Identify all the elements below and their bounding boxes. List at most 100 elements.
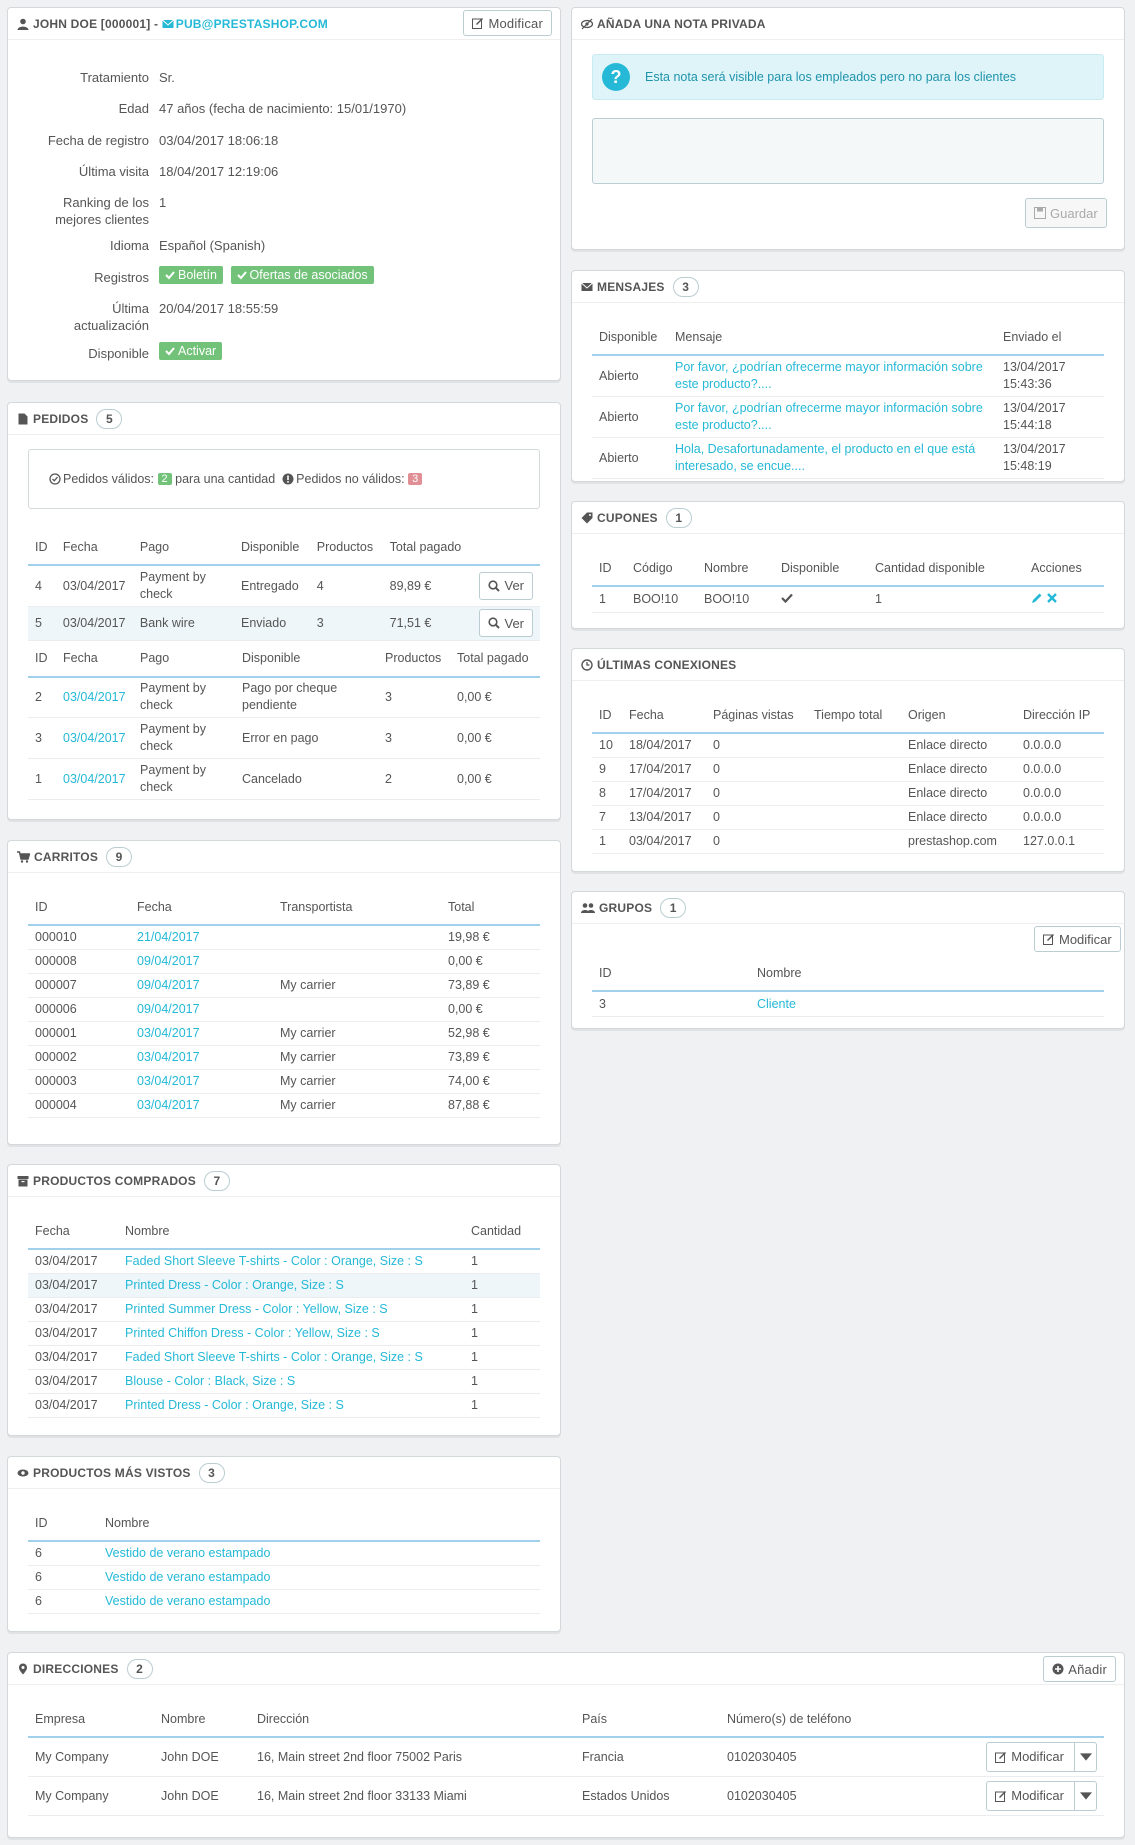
- product-link[interactable]: Blouse - Color : Black, Size : S: [118, 1369, 464, 1394]
- cart-date-link[interactable]: 03/04/2017: [130, 1093, 273, 1118]
- table-cell: 1: [464, 1345, 540, 1370]
- add-address-button[interactable]: Añadir: [1043, 1656, 1116, 1682]
- product-link[interactable]: Printed Dress - Color : Orange, Size : S: [118, 1273, 464, 1298]
- table-row[interactable]: 5 03/04/2017 Bank wire Enviado 3 71,51 €…: [28, 606, 540, 641]
- col-header: Transportista: [273, 889, 441, 926]
- col-header: Productos: [378, 640, 450, 678]
- dropdown-toggle[interactable]: [1074, 1781, 1096, 1810]
- product-link[interactable]: Printed Chiffon Dress - Color : Yellow, …: [118, 1321, 464, 1346]
- cart-date-link[interactable]: 09/04/2017: [130, 949, 273, 974]
- table-row[interactable]: 000007 09/04/2017 My carrier 73,89 €: [28, 973, 540, 998]
- col-header: Fecha: [55, 529, 133, 566]
- col-header: ID: [592, 550, 626, 587]
- table-cell: 6: [28, 1589, 98, 1614]
- table-cell: 0,00 €: [450, 758, 540, 800]
- col-header: Disponible: [233, 529, 310, 566]
- cart-date-link[interactable]: 03/04/2017: [130, 1045, 273, 1070]
- edit-groups-button[interactable]: Modificar: [1034, 926, 1121, 952]
- product-link[interactable]: Vestido de verano estampado: [98, 1589, 540, 1614]
- field-label: Fecha de registro: [47, 133, 149, 148]
- table-row[interactable]: 1 03/04/2017 Payment by check Cancelado …: [28, 758, 540, 800]
- col-header: País: [575, 1701, 720, 1738]
- table-row: 03/04/2017 Blouse - Color : Black, Size :…: [28, 1369, 540, 1394]
- delete-icon[interactable]: [1046, 592, 1058, 604]
- save-note-button[interactable]: Guardar: [1025, 198, 1107, 228]
- table-row[interactable]: 000010 21/04/2017 19,98 €: [28, 925, 540, 950]
- customer-email-link[interactable]: PUB@PRESTASHOP.COM: [176, 17, 328, 31]
- table-row[interactable]: 000008 09/04/2017 0,00 €: [28, 949, 540, 974]
- cart-date-link[interactable]: 21/04/2017: [130, 925, 273, 950]
- groups-table: ID Nombre 3 Cliente: [592, 955, 1104, 1017]
- table-cell: Cancelado: [235, 758, 378, 800]
- valid-orders-table: ID Fecha Pago Disponible Productos Total…: [28, 529, 540, 641]
- order-date-link[interactable]: 03/04/2017: [56, 676, 133, 718]
- newsletter-tag: Boletín: [159, 266, 223, 284]
- note-info-alert: ? Esta nota será visible para los emplea…: [592, 54, 1104, 100]
- private-note-textarea[interactable]: [592, 118, 1104, 184]
- table-cell: 0.0.0.0: [1016, 733, 1104, 758]
- table-cell: 87,88 €: [441, 1093, 540, 1118]
- registration-tags: Boletín Ofertas de asociados: [159, 266, 378, 284]
- edit-address-button[interactable]: Modificar: [986, 1741, 1097, 1772]
- message-link[interactable]: Hola, Desafortunadamente, el producto en…: [668, 437, 996, 479]
- message-link[interactable]: Por favor, ¿podrían ofrecerme mayor info…: [668, 355, 996, 397]
- addresses-header: DIRECCIONES 2 Añadir: [8, 1653, 1124, 1685]
- table-row[interactable]: 3 03/04/2017 Payment by check Error en p…: [28, 717, 540, 759]
- table-row[interactable]: 000001 03/04/2017 My carrier 52,98 €: [28, 1021, 540, 1046]
- vouchers-table: ID Código Nombre Disponible Cantidad dis…: [592, 550, 1104, 613]
- table-cell: 3: [378, 676, 450, 718]
- product-link[interactable]: Printed Summer Dress - Color : Yellow, S…: [118, 1297, 464, 1322]
- table-cell: Estados Unidos: [575, 1776, 720, 1816]
- cart-date-link[interactable]: 09/04/2017: [130, 997, 273, 1022]
- view-order-button[interactable]: Ver: [479, 571, 533, 600]
- cart-date-link[interactable]: 03/04/2017: [130, 1021, 273, 1046]
- col-header: Cantidad disponible: [868, 550, 1024, 587]
- table-cell: 7: [592, 805, 622, 830]
- table-row[interactable]: 000004 03/04/2017 My carrier 87,88 €: [28, 1093, 540, 1118]
- product-link[interactable]: Printed Dress - Color : Orange, Size : S: [118, 1393, 464, 1418]
- table-row: 03/04/2017 Printed Dress - Color : Orange…: [28, 1273, 540, 1298]
- table-cell: Abierto: [592, 396, 668, 438]
- table-row[interactable]: 2 03/04/2017 Payment by check Pago por c…: [28, 676, 540, 718]
- field-value: 20/04/2017 18:55:59: [159, 301, 279, 316]
- table-row[interactable]: 000006 09/04/2017 0,00 €: [28, 997, 540, 1022]
- table-cell: [273, 949, 441, 974]
- table-cell: BOO!10: [626, 586, 697, 613]
- cart-date-link[interactable]: 03/04/2017: [130, 1069, 273, 1094]
- table-cell: My carrier: [273, 1093, 441, 1118]
- message-link[interactable]: Por favor, ¿podrían ofrecerme mayor info…: [668, 396, 996, 438]
- view-order-button[interactable]: Ver: [479, 609, 533, 637]
- table-cell: Abierto: [592, 437, 668, 479]
- table-cell: 0: [706, 733, 807, 758]
- group-link[interactable]: Cliente: [750, 991, 1104, 1017]
- private-note-header: AÑADA UNA NOTA PRIVADA: [572, 8, 1124, 40]
- product-link[interactable]: Faded Short Sleeve T-shirts - Color : Or…: [118, 1249, 464, 1274]
- table-cell: 13/04/2017 15:44:18: [996, 396, 1104, 438]
- product-link[interactable]: Vestido de verano estampado: [98, 1541, 540, 1566]
- caret-down-icon: [1079, 1753, 1092, 1761]
- table-cell: 1: [464, 1369, 540, 1394]
- edit-address-button[interactable]: Modificar: [986, 1780, 1097, 1811]
- svg-text:?: ?: [611, 67, 622, 87]
- table-row[interactable]: 4 03/04/2017 Payment by check Entregado …: [28, 565, 540, 607]
- product-link[interactable]: Vestido de verano estampado: [98, 1565, 540, 1590]
- product-link[interactable]: Faded Short Sleeve T-shirts - Color : Or…: [118, 1345, 464, 1370]
- order-date-link[interactable]: 03/04/2017: [56, 758, 133, 800]
- table-row: 7 13/04/2017 0 Enlace directo 0.0.0.0: [592, 805, 1104, 830]
- table-cell: Payment by check: [133, 676, 235, 718]
- pencil-icon[interactable]: [1031, 592, 1043, 604]
- table-row[interactable]: 000003 03/04/2017 My carrier 74,00 €: [28, 1069, 540, 1094]
- order-date-link[interactable]: 03/04/2017: [56, 717, 133, 759]
- dropdown-toggle[interactable]: [1074, 1742, 1096, 1771]
- messages-panel: MENSAJES 3 Disponible Mensaje Enviado el…: [571, 270, 1125, 482]
- table-cell: 1: [28, 758, 56, 800]
- table-cell: 1: [464, 1321, 540, 1346]
- vouchers-count-badge: 1: [665, 507, 692, 528]
- edit-customer-button[interactable]: Modificar: [463, 10, 552, 36]
- table-row[interactable]: 000002 03/04/2017 My carrier 73,89 €: [28, 1045, 540, 1070]
- field-value: Sr.: [159, 70, 175, 85]
- field-value: 18/04/2017 12:19:06: [159, 164, 279, 179]
- col-header: ID: [28, 640, 56, 678]
- table-cell: 2: [378, 758, 450, 800]
- cart-date-link[interactable]: 09/04/2017: [130, 973, 273, 998]
